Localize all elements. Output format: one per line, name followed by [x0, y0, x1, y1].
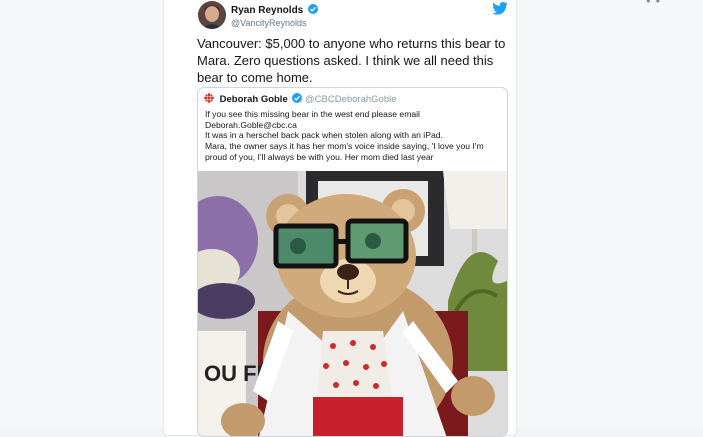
- verified-badge-icon: [308, 4, 319, 14]
- quoted-tweet-header: Deborah Goble @CBCDeborahGoble: [204, 93, 397, 106]
- avatar[interactable]: [198, 1, 226, 29]
- quoted-tweet-line: proud of you, I'll always be with you. H…: [205, 151, 434, 162]
- tweet-text: Vancouver: $5,000 to anyone who returns …: [197, 36, 506, 85]
- tweet-card: Ryan Reynolds @VancityReynolds Vancouver…: [163, 0, 517, 437]
- cbc-logo-icon: [204, 93, 214, 103]
- author-handle[interactable]: @VancityReynolds: [231, 17, 318, 29]
- teddy-bear-photo[interactable]: OU FR: [198, 171, 507, 437]
- twitter-bird-icon[interactable]: [492, 2, 508, 15]
- quoted-tweet-text: If you see this missing bear in the west…: [205, 109, 505, 163]
- quoted-author-handle[interactable]: @CBCDeborahGoble: [305, 94, 397, 105]
- author-name[interactable]: Ryan Reynolds: [231, 5, 303, 16]
- quoted-tweet[interactable]: Deborah Goble @CBCDeborahGoble If you se…: [197, 87, 508, 437]
- verified-badge-icon: [292, 93, 303, 103]
- quoted-author-name[interactable]: Deborah Goble: [220, 94, 288, 105]
- quoted-tweet-line: Deborah.Goble@cbc.ca: [205, 119, 297, 130]
- tweet-author: Ryan Reynolds @VancityReynolds: [231, 4, 319, 29]
- quoted-tweet-line: If you see this missing bear in the west…: [205, 109, 420, 119]
- quoted-tweet-line: It was in a herschel back pack when stol…: [205, 130, 443, 141]
- quoted-tweet-line: Mara, the owner says it has her mom's vo…: [205, 141, 484, 152]
- more-options-icon[interactable]: • •: [646, 0, 661, 8]
